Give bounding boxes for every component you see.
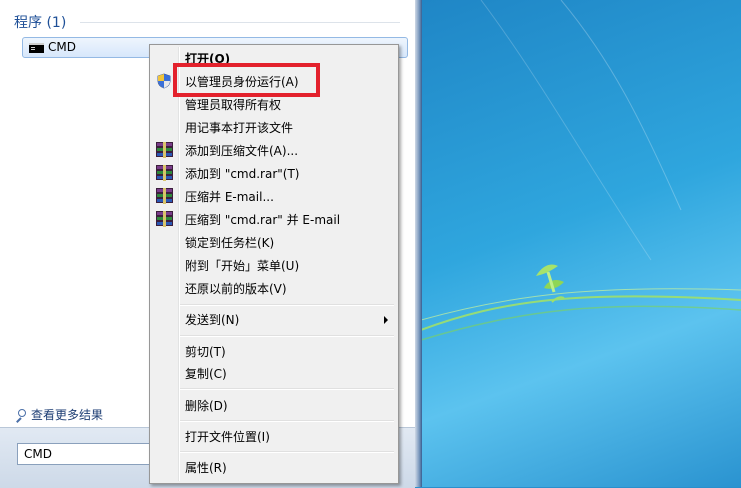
see-more-results-label: 查看更多结果 — [31, 408, 103, 422]
menu-item-compress-to-cmd-rar-and-email[interactable]: 压缩到 "cmd.rar" 并 E-mail — [152, 208, 396, 230]
menu-separator — [180, 335, 394, 337]
menu-separator — [180, 420, 394, 422]
menu-item-label: 删除(D) — [185, 397, 228, 414]
menu-item-label: 用记事本打开该文件 — [185, 119, 293, 136]
menu-item-open-file-location[interactable]: 打开文件位置(I) — [152, 425, 396, 447]
menu-item-properties[interactable]: 属性(R) — [152, 456, 396, 478]
desktop-wallpaper — [421, 0, 741, 487]
menu-item-label: 打开文件位置(I) — [185, 428, 270, 445]
menu-item-label: 复制(C) — [185, 365, 227, 382]
menu-item-label: 发送到(N) — [185, 311, 239, 328]
search-icon — [15, 409, 27, 421]
menu-item-label: 添加到 "cmd.rar"(T) — [185, 165, 300, 182]
menu-item-label: 剪切(T) — [185, 343, 226, 360]
see-more-results-link[interactable]: 查看更多结果 — [15, 406, 103, 423]
programs-section-header: 程序 (1) — [14, 12, 66, 32]
cmd-icon — [29, 43, 44, 53]
menu-item-label: 附到「开始」菜单(U) — [185, 257, 299, 274]
windows-logo-icon — [536, 264, 564, 302]
start-menu-edge — [415, 0, 422, 487]
menu-item-copy[interactable]: 复制(C) — [152, 362, 396, 384]
winrar-icon — [156, 188, 173, 204]
winrar-icon — [156, 211, 173, 227]
menu-item-label: 压缩并 E-mail... — [185, 188, 274, 205]
menu-item-add-to-cmd-rar[interactable]: 添加到 "cmd.rar"(T) — [152, 162, 396, 184]
menu-item-label: 属性(R) — [185, 459, 227, 476]
highlight-annotation-box — [173, 63, 320, 97]
menu-item-delete[interactable]: 删除(D) — [152, 394, 396, 416]
menu-item-restore-previous-versions[interactable]: 还原以前的版本(V) — [152, 277, 396, 299]
menu-separator — [180, 451, 394, 453]
winrar-icon — [156, 165, 173, 181]
menu-item-label: 添加到压缩文件(A)... — [185, 142, 298, 159]
uac-shield-icon — [156, 73, 172, 89]
submenu-arrow-icon — [384, 316, 388, 324]
menu-item-label: 还原以前的版本(V) — [185, 280, 287, 297]
menu-item-label: 锁定到任务栏(K) — [185, 234, 274, 251]
menu-item-label: 压缩到 "cmd.rar" 并 E-mail — [185, 211, 340, 228]
search-result-label: CMD — [48, 40, 76, 54]
menu-item-pin-to-taskbar[interactable]: 锁定到任务栏(K) — [152, 231, 396, 253]
context-menu: 打开(O) 以管理员身份运行(A) 管理员取得所有权 用记事本打开该文件 添加到… — [149, 44, 399, 484]
menu-separator — [180, 388, 394, 390]
section-divider — [80, 22, 400, 23]
menu-item-label: 管理员取得所有权 — [185, 96, 281, 113]
menu-item-pin-to-start-menu[interactable]: 附到「开始」菜单(U) — [152, 254, 396, 276]
menu-separator — [180, 304, 394, 306]
menu-item-compress-and-email[interactable]: 压缩并 E-mail... — [152, 185, 396, 207]
winrar-icon — [156, 142, 173, 158]
menu-item-send-to[interactable]: 发送到(N) — [152, 308, 396, 330]
menu-item-open-with-notepad[interactable]: 用记事本打开该文件 — [152, 116, 396, 138]
menu-item-cut[interactable]: 剪切(T) — [152, 340, 396, 362]
menu-item-add-to-archive[interactable]: 添加到压缩文件(A)... — [152, 139, 396, 161]
